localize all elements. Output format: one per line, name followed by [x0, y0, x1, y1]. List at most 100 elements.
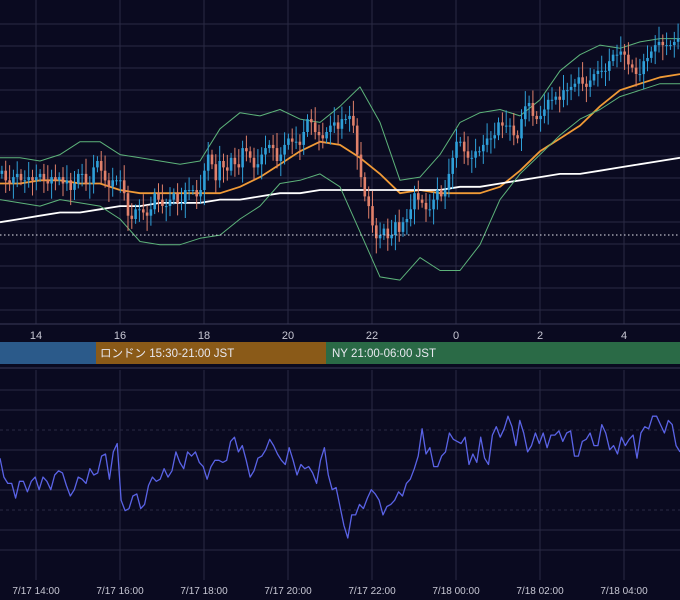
candle-body — [436, 190, 439, 200]
candle-body — [321, 135, 325, 139]
candle-body — [417, 193, 420, 200]
candle-body — [577, 77, 581, 84]
candle-body — [130, 215, 134, 219]
candle-body — [432, 199, 435, 210]
candle-body — [424, 202, 428, 210]
session-london-label: ロンドン 15:30-21:00 JST — [100, 348, 234, 360]
candle-body — [619, 51, 623, 55]
candle-body — [493, 135, 496, 139]
osc-x-tick-label: 7/17 20:00 — [264, 586, 312, 597]
candle-body — [138, 209, 141, 211]
osc-x-tick-label: 7/17 16:00 — [96, 586, 144, 597]
candle-body — [478, 151, 481, 153]
candle-body — [283, 144, 286, 155]
candle-body — [348, 115, 351, 120]
candle-body — [359, 154, 363, 178]
candle-body — [260, 154, 263, 165]
candle-body — [180, 202, 183, 204]
candle-body — [145, 212, 149, 216]
candle-body — [57, 177, 61, 181]
candle-body — [367, 196, 370, 207]
candle-body — [508, 125, 512, 127]
candle-body — [409, 209, 412, 219]
candle-body — [153, 193, 156, 210]
candle-body — [115, 180, 118, 182]
candle-body — [638, 74, 642, 76]
candle-body — [558, 96, 561, 100]
candle-body — [142, 209, 145, 213]
candle-body — [206, 154, 210, 171]
candle-body — [88, 183, 92, 185]
candle-body — [501, 122, 504, 126]
candle-body — [447, 173, 451, 190]
candle-body — [562, 90, 565, 100]
candle-body — [371, 206, 374, 226]
candle-body — [405, 219, 409, 223]
candle-body — [268, 144, 271, 149]
candle-body — [482, 144, 485, 152]
candle-body — [566, 90, 569, 92]
candle-body — [596, 70, 600, 74]
candle-body — [386, 228, 390, 239]
candle-body — [611, 54, 615, 62]
candle-body — [69, 180, 72, 190]
candle-body — [428, 209, 432, 211]
candle-body — [516, 135, 519, 139]
candle-body — [531, 103, 535, 116]
candle-body — [329, 125, 332, 132]
candle-body — [344, 119, 347, 121]
candle-body — [218, 161, 221, 181]
chart-canvas[interactable]: 14 16 18 20 22 0 2 4 ロンドン 15:30-21:00 JST NY 21… — [0, 0, 680, 600]
candle-body — [669, 45, 672, 47]
candle-body — [210, 154, 214, 165]
candle-body — [489, 138, 493, 140]
candle-body — [512, 125, 516, 136]
candle-body — [630, 64, 634, 68]
candle-body — [172, 193, 176, 200]
candle-body — [164, 206, 168, 208]
candle-body — [275, 148, 279, 161]
candle-body — [470, 157, 474, 159]
candle-body — [623, 51, 626, 55]
candle-body — [12, 177, 15, 184]
candle-body — [600, 70, 603, 72]
candle-body — [42, 173, 46, 181]
candle-body — [80, 173, 84, 175]
candle-body — [134, 209, 137, 219]
candle-body — [99, 161, 103, 171]
candle-body — [455, 141, 458, 158]
candle-body — [107, 180, 111, 187]
candle-body — [237, 164, 241, 168]
candle-body — [581, 77, 584, 84]
candle-body — [569, 86, 573, 91]
candle-body — [73, 183, 76, 190]
candle-body — [157, 193, 160, 200]
candle-body — [588, 80, 592, 87]
candle-body — [485, 138, 489, 145]
candle-body — [608, 61, 611, 71]
candle-body — [604, 70, 607, 72]
candle-body — [554, 96, 558, 100]
candle-body — [264, 148, 267, 155]
candle-body — [248, 151, 252, 158]
candle-body — [520, 119, 523, 139]
candle-body — [394, 222, 397, 236]
candle-body — [122, 180, 126, 194]
candle-body — [199, 190, 202, 197]
candle-body — [256, 164, 260, 168]
candle-body — [233, 157, 237, 165]
candle-body — [54, 177, 57, 181]
candle-body — [187, 190, 191, 191]
candle-body — [294, 141, 298, 143]
price-x-tick-label: 20 — [282, 330, 294, 342]
fx-chart[interactable]: 14 16 18 20 22 0 2 4 ロンドン 15:30-21:00 JST NY 21… — [0, 0, 680, 600]
candle-body — [176, 193, 179, 203]
candle-body — [546, 99, 550, 110]
candle-body — [298, 141, 302, 145]
candle-body — [92, 167, 95, 184]
osc-x-tick-label: 7/18 02:00 — [516, 586, 564, 597]
price-x-tick-label: 2 — [537, 330, 543, 342]
candle-body — [149, 209, 153, 216]
candle-body — [84, 173, 88, 184]
candle-body — [378, 235, 382, 239]
